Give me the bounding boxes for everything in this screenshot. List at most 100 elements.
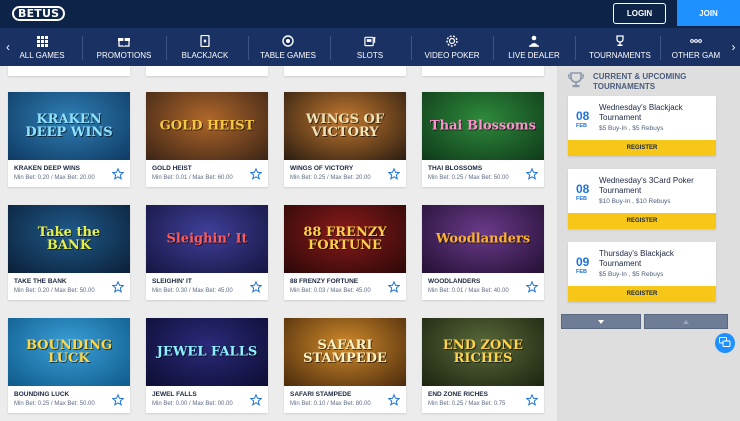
game-name: GOLD HEIST: [152, 165, 192, 172]
register-button[interactable]: REGISTER: [568, 140, 716, 156]
top-header: BETUS LOGIN JOIN: [0, 0, 740, 28]
game-bet-range: Min Bet: 0.01 / Max Bet: 40.00: [428, 288, 509, 294]
favorite-star-icon[interactable]: [250, 394, 262, 406]
nav-label: OTHER GAM: [671, 51, 721, 60]
nav-item-blackjack[interactable]: BLACKJACK: [172, 28, 238, 66]
nav-item-promotions[interactable]: PROMOTIONS: [88, 28, 160, 66]
tournament-day: 08: [576, 109, 590, 123]
scroll-down-button[interactable]: [561, 314, 641, 329]
game-thumbnail[interactable]: 88 FRENZY FORTUNE: [284, 205, 406, 273]
game-art-title: END ZONE RICHES: [442, 338, 524, 366]
favorite-star-icon[interactable]: [388, 168, 400, 180]
tournament-card: 08 FEB Wednesday's 3Card Poker Tournament $…: [568, 169, 716, 229]
game-bet-range: Min Bet: 0.01 / Max Bet: 60.00: [152, 175, 233, 181]
game-art-title: BOUNDING LUCK: [25, 338, 113, 366]
game-art-title: SAFARI STAMPEDE: [303, 338, 387, 366]
favorite-star-icon[interactable]: [250, 168, 262, 180]
game-art-title: GOLD HEIST: [159, 118, 255, 134]
game-art-title: Sleighin' It: [166, 231, 248, 247]
game-name: WOODLANDERS: [428, 278, 481, 285]
nav-right-arrow-icon[interactable]: ›: [727, 28, 740, 66]
game-bet-range: Min Bet: 0.25 / Max Bet: 50.00: [428, 175, 509, 181]
nav-label: TABLE GAMES: [260, 51, 316, 60]
game-thumbnail[interactable]: SAFARI STAMPEDE: [284, 318, 406, 386]
game-card[interactable]: GOLD HEIST GOLD HEIST Min Bet: 0.01 / Max …: [146, 92, 268, 187]
favorite-star-icon[interactable]: [388, 281, 400, 293]
tournament-buyin: $5 Buy-In , $5 Rebuys: [599, 125, 664, 132]
gift-icon: [118, 35, 130, 47]
nav-item-slots[interactable]: SLOTS: [336, 28, 404, 66]
nav-item-other-games[interactable]: OTHER GAM: [666, 28, 726, 66]
game-card[interactable]: Woodlanders WOODLANDERS Min Bet: 0.01 / Ma…: [422, 205, 544, 300]
login-button[interactable]: LOGIN: [613, 3, 666, 24]
favorite-star-icon[interactable]: [112, 168, 124, 180]
game-bet-range: Min Bet: 0.20 / Max Bet: 20.00: [14, 175, 95, 181]
game-card[interactable]: SAFARI STAMPEDE SAFARI STAMPEDE Min Bet: 0…: [284, 318, 406, 413]
game-art-title: Take the BANK: [37, 225, 101, 253]
game-name: END ZONE RICHES: [428, 391, 488, 398]
tournament-buyin: $5 Buy-In , $5 Rebuys: [599, 271, 664, 278]
trophy-icon: [614, 35, 626, 47]
tournament-month: FEB: [576, 196, 587, 202]
game-card[interactable]: KRAKEN DEEP WINS KRAKEN DEEP WINS Min Bet:…: [8, 92, 130, 187]
game-card[interactable]: 88 FRENZY FORTUNE 88 FRENZY FORTUNE Min Be…: [284, 205, 406, 300]
game-card[interactable]: JEWEL FALLS JEWEL FALLS Min Bet: 0.00 / Ma…: [146, 318, 268, 413]
join-button[interactable]: JOIN: [677, 0, 740, 26]
game-card[interactable]: Thai Blossoms THAI BLOSSOMS Min Bet: 0.25 …: [422, 92, 544, 187]
game-card[interactable]: Sleighin' It SLEIGHIN' IT Min Bet: 0.30 / …: [146, 205, 268, 300]
nav-item-all-games[interactable]: ALL GAMES: [12, 28, 72, 66]
sidebar-title: CURRENT & UPCOMING TOURNAMENTS: [593, 72, 687, 91]
game-art-title: KRAKEN DEEP WINS: [25, 112, 113, 140]
favorite-star-icon[interactable]: [388, 394, 400, 406]
game-thumbnail[interactable]: Woodlanders: [422, 205, 544, 273]
game-thumbnail[interactable]: Sleighin' It: [146, 205, 268, 273]
more-icon: [690, 35, 702, 47]
game-name: WINGS OF VICTORY: [290, 165, 354, 172]
game-card[interactable]: Take the BANK TAKE THE BANK Min Bet: 0.20 …: [8, 205, 130, 300]
nav-item-table-games[interactable]: TABLE GAMES: [254, 28, 322, 66]
game-bet-range: Min Bet: 0.00 / Max Bet: 00.00: [152, 401, 233, 407]
favorite-star-icon[interactable]: [526, 168, 538, 180]
game-thumbnail[interactable]: WINGS OF VICTORY: [284, 92, 406, 160]
register-button[interactable]: REGISTER: [568, 213, 716, 229]
favorite-star-icon[interactable]: [112, 281, 124, 293]
live-chat-button[interactable]: [715, 333, 735, 353]
game-thumbnail[interactable]: END ZONE RICHES: [422, 318, 544, 386]
favorite-star-icon[interactable]: [526, 394, 538, 406]
game-name: SLEIGHIN' IT: [152, 278, 192, 285]
game-art-title: WINGS OF VICTORY: [305, 112, 385, 140]
scroll-up-button[interactable]: [644, 314, 728, 329]
partial-card: [8, 66, 130, 76]
game-thumbnail[interactable]: JEWEL FALLS: [146, 318, 268, 386]
game-card[interactable]: BOUNDING LUCK BOUNDING LUCK Min Bet: 0.25 …: [8, 318, 130, 413]
partial-card: [146, 66, 268, 76]
game-thumbnail[interactable]: BOUNDING LUCK: [8, 318, 130, 386]
game-art-title: 88 FRENZY FORTUNE: [303, 225, 387, 253]
favorite-star-icon[interactable]: [526, 281, 538, 293]
partial-card: [422, 66, 544, 76]
favorite-star-icon[interactable]: [112, 394, 124, 406]
betus-logo[interactable]: BETUS: [12, 6, 66, 21]
nav-item-video-poker[interactable]: VIDEO POKER: [418, 28, 486, 66]
nav-item-tournaments[interactable]: TOURNAMENTS: [582, 28, 658, 66]
game-bet-range: Min Bet: 0.20 / Max Bet: 50.00: [14, 288, 95, 294]
game-thumbnail[interactable]: Thai Blossoms: [422, 92, 544, 160]
nav-label: BLACKJACK: [181, 51, 229, 60]
logo-text: BETUS: [18, 7, 60, 20]
register-button[interactable]: REGISTER: [568, 286, 716, 302]
trophy-icon: [567, 71, 585, 89]
nav-item-live-dealer[interactable]: LIVE DEALER: [500, 28, 568, 66]
game-thumbnail[interactable]: KRAKEN DEEP WINS: [8, 92, 130, 160]
game-thumbnail[interactable]: GOLD HEIST: [146, 92, 268, 160]
nav-label: VIDEO POKER: [424, 51, 480, 60]
grid-icon: [36, 35, 48, 47]
slot-machine-icon: [364, 35, 376, 47]
tournament-card: 08 FEB Wednesday's Blackjack Tournament $5 …: [568, 96, 716, 156]
game-thumbnail[interactable]: Take the BANK: [8, 205, 130, 273]
chat-icon: [719, 337, 731, 347]
game-card[interactable]: END ZONE RICHES END ZONE RICHES Min Bet: 0…: [422, 318, 544, 413]
dealer-icon: [528, 35, 540, 47]
favorite-star-icon[interactable]: [250, 281, 262, 293]
game-card[interactable]: WINGS OF VICTORY WINGS OF VICTORY Min Bet:…: [284, 92, 406, 187]
game-name: JEWEL FALLS: [152, 391, 197, 398]
